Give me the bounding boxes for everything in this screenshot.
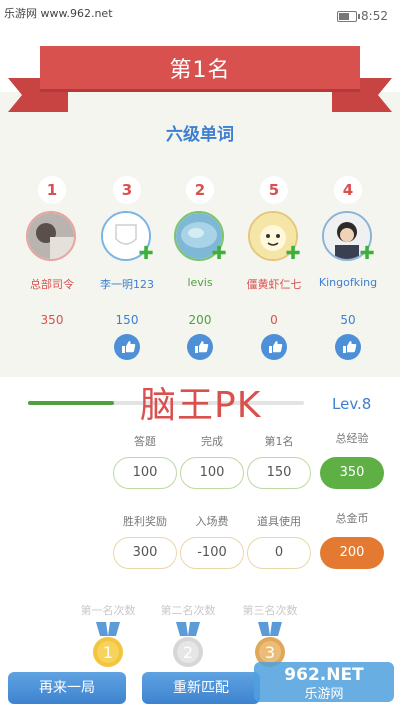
completion-value: 100 (180, 457, 244, 489)
rank-badge: 2 (186, 176, 214, 204)
player-score: 350 (40, 313, 64, 327)
thumbs-up-icon (343, 341, 357, 353)
silver-medal-icon: 2 (173, 622, 203, 667)
stat-label: 完成 (201, 435, 223, 448)
medal-number: 1 (103, 643, 113, 662)
add-friend-icon[interactable]: ✚ (211, 245, 227, 263)
thumbs-up-icon (122, 341, 136, 353)
stat-label: 入场费 (195, 515, 229, 528)
player-card: 1 总部司令 350 (14, 176, 90, 366)
rank-badge: 5 (260, 176, 288, 204)
first-place-value: 150 (247, 457, 311, 489)
site-logo-watermark: 962.NET 乐游网 (254, 662, 394, 702)
player-card: 3 ✚ 李一明123 150 (89, 176, 165, 366)
battery-icon (337, 10, 361, 22)
total-coins-value: 200 (320, 537, 384, 569)
play-again-button[interactable]: 再来一局 (8, 672, 126, 704)
thumbs-up-icon (269, 341, 283, 353)
logo-text-top: 962.NET (284, 665, 364, 685)
add-friend-icon[interactable]: ✚ (138, 245, 154, 263)
status-indicators: 8:52 (337, 9, 388, 23)
rank-badge: 1 (38, 176, 66, 204)
experience-progress-fill (28, 401, 114, 405)
medal-label: 第二名次数 (160, 604, 216, 617)
player-card: 5 ✚ 僵黄虾仁七 0 (236, 176, 312, 366)
player-card: 2 ✚ levis 200 (162, 176, 238, 366)
category-title: 六级单词 (166, 125, 234, 145)
like-button[interactable] (187, 334, 213, 360)
rank-title: 第1名 (169, 57, 231, 83)
player-score: 150 (115, 313, 139, 327)
victory-reward-value: 300 (113, 537, 177, 569)
medal-label: 第一名次数 (80, 604, 136, 617)
game-title: 脑王PK (140, 385, 262, 426)
stat-label: 第1名 (264, 435, 294, 448)
level-label: Lev.8 (332, 395, 372, 413)
rematch-button[interactable]: 重新匹配 (142, 672, 260, 704)
answers-value: 100 (113, 457, 177, 489)
stat-label: 胜利奖励 (123, 515, 167, 528)
player-score: 200 (188, 313, 212, 327)
like-button[interactable] (114, 334, 140, 360)
stat-label: 总经验 (335, 432, 369, 445)
watermark-text: 乐游网 www.962.net (4, 7, 113, 20)
gold-medal-icon: 1 (93, 622, 123, 667)
player-card: 4 ✚ Kingofking 50 (310, 176, 386, 366)
player-name: Kingofking (318, 276, 378, 289)
add-friend-icon[interactable]: ✚ (359, 245, 375, 263)
avatar[interactable] (26, 211, 76, 261)
stat-label: 道具使用 (257, 515, 301, 528)
like-button[interactable] (335, 334, 361, 360)
rank-badge: 3 (113, 176, 141, 204)
like-button[interactable] (261, 334, 287, 360)
thumbs-up-icon (195, 341, 209, 353)
add-friend-icon[interactable]: ✚ (285, 245, 301, 263)
player-score: 50 (340, 313, 356, 327)
stat-label: 答题 (134, 435, 156, 448)
stat-label: 总金币 (335, 512, 369, 525)
rank-badge: 4 (334, 176, 362, 204)
medal-label: 第三名次数 (242, 604, 298, 617)
status-time: 8:52 (361, 9, 388, 23)
medal-number: 2 (183, 643, 193, 662)
rank-ribbon: 第1名 (40, 46, 360, 92)
player-score: 0 (270, 313, 278, 327)
entry-fee-value: -100 (180, 537, 244, 569)
logo-text-bottom: 乐游网 (304, 687, 343, 702)
item-usage-value: 0 (247, 537, 311, 569)
total-experience-value: 350 (320, 457, 384, 489)
